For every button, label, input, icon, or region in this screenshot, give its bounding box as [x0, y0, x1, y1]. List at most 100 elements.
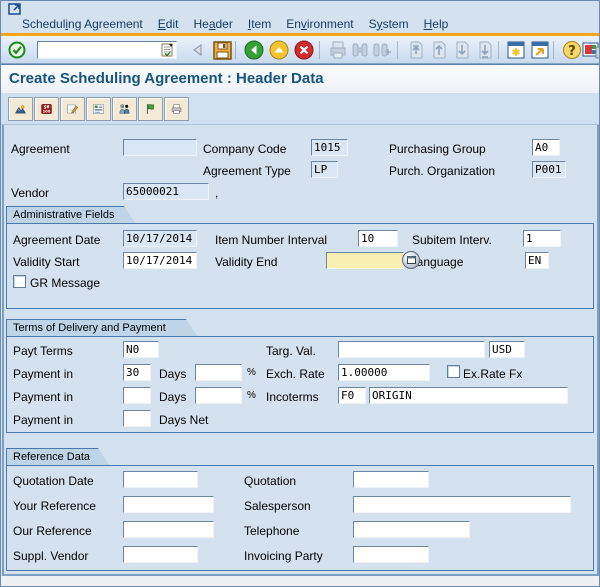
payment-in-2-days-label: Days — [159, 390, 186, 404]
first-page-icon[interactable] — [405, 39, 427, 61]
salesperson-label: Salesperson — [244, 499, 311, 513]
print-icon[interactable] — [327, 39, 349, 61]
gr-message-label: GR Message — [30, 276, 100, 290]
conditions-button[interactable]: $¥100 — [34, 97, 59, 121]
validity-end-field[interactable] — [326, 252, 404, 269]
menu-edit[interactable]: Edit — [158, 17, 179, 31]
find-next-icon[interactable] — [371, 39, 393, 61]
our-reference-field[interactable] — [123, 521, 214, 538]
purch-organization-label: Purch. Organization — [389, 164, 495, 178]
incoterms-label: Incoterms — [266, 390, 319, 404]
purchasing-group-label: Purchasing Group — [389, 142, 486, 156]
payment-in-2-days-field[interactable] — [123, 387, 151, 404]
item-number-interval-field[interactable] — [358, 230, 398, 247]
company-code-field[interactable] — [311, 139, 348, 156]
menu-header[interactable]: Header — [193, 17, 232, 31]
payment-in-1-days-field[interactable] — [123, 364, 151, 381]
texts-button[interactable] — [86, 97, 111, 121]
create-shortcut-icon[interactable] — [529, 39, 551, 61]
gr-message-checkbox[interactable] — [13, 275, 26, 288]
your-reference-field[interactable] — [123, 496, 214, 513]
invoicing-party-field[interactable] — [353, 546, 429, 563]
currency-field[interactable] — [489, 341, 525, 358]
ex-rate-fx-checkbox[interactable] — [447, 365, 460, 378]
menu-item[interactable]: Item — [248, 17, 271, 31]
payment-in-3-label: Payment in — [13, 413, 73, 427]
suppl-vendor-label: Suppl. Vendor — [13, 549, 88, 563]
reference-section-tab: Reference Data — [6, 448, 110, 466]
exit-icon[interactable] — [268, 39, 290, 61]
salesperson-field[interactable] — [353, 496, 571, 513]
next-page-icon[interactable] — [451, 39, 473, 61]
vendor-field[interactable] — [123, 183, 209, 200]
new-session-icon[interactable] — [505, 39, 527, 61]
back-icon[interactable] — [243, 39, 265, 61]
invoicing-party-label: Invoicing Party — [244, 549, 323, 563]
application-toolbar: $¥100 — [1, 93, 599, 125]
bottom-strip — [1, 576, 599, 587]
command-field[interactable] — [37, 41, 177, 59]
svg-text:?: ? — [568, 44, 576, 59]
previous-page-icon[interactable] — [428, 39, 450, 61]
customize-layout-icon[interactable] — [581, 39, 600, 61]
item-number-interval-label: Item Number Interval — [215, 233, 327, 247]
purchasing-group-field[interactable] — [532, 139, 560, 156]
menu-system[interactable]: System — [369, 17, 409, 31]
validity-end-label: Validity End — [215, 255, 277, 269]
partners-icon — [119, 100, 130, 118]
menu-scheduling-agreement[interactable]: Scheduling Agreement — [22, 17, 143, 31]
agreement-date-field[interactable] — [123, 230, 197, 247]
quotation-label: Quotation — [244, 474, 296, 488]
incoterms-text-field[interactable] — [369, 387, 568, 404]
agreement-type-label: Agreement Type — [203, 164, 291, 178]
agreement-type-field[interactable] — [311, 161, 338, 178]
language-field[interactable] — [525, 252, 549, 269]
find-icon[interactable] — [349, 39, 371, 61]
texts-icon — [93, 100, 104, 118]
validity-start-field[interactable] — [123, 252, 197, 269]
edit-button[interactable] — [60, 97, 85, 121]
payment-in-3-days-field[interactable] — [123, 410, 151, 427]
payment-in-2-percent-field[interactable] — [195, 387, 242, 404]
help-icon[interactable]: ? — [561, 39, 583, 61]
last-page-icon[interactable] — [474, 39, 496, 61]
purch-organization-field[interactable] — [532, 161, 566, 178]
quotation-field[interactable] — [353, 471, 429, 488]
terms-section-tab: Terms of Delivery and Payment — [6, 319, 198, 337]
menu-bar: Scheduling Agreement Edit Header Item Enviro… — [1, 14, 599, 33]
telephone-label: Telephone — [244, 524, 299, 538]
exch-rate-field[interactable] — [338, 364, 430, 381]
payment-in-1-percent-field[interactable] — [195, 364, 242, 381]
menu-environment[interactable]: Environment — [286, 17, 353, 31]
command-history-icon[interactable] — [161, 43, 174, 62]
suppl-vendor-field[interactable] — [123, 546, 198, 563]
save-icon[interactable] — [211, 39, 233, 61]
quotation-date-field[interactable] — [123, 471, 198, 488]
incoterms-code-field[interactable] — [338, 387, 366, 404]
telephone-field[interactable] — [353, 521, 470, 538]
payt-terms-field[interactable] — [123, 341, 159, 358]
window-top-strip — [1, 1, 599, 15]
conditions-icon: $¥100 — [41, 100, 52, 118]
release-flag-button[interactable] — [138, 97, 163, 121]
admin-section-tab: Administrative Fields — [6, 206, 136, 224]
print-preview-button[interactable] — [164, 97, 189, 121]
agreement-field[interactable] — [123, 139, 197, 156]
payment-in-2-label: Payment in — [13, 390, 73, 404]
ex-rate-fx-label: Ex.Rate Fx — [463, 367, 522, 381]
targ-val-field[interactable] — [338, 341, 485, 358]
our-reference-label: Our Reference — [13, 524, 92, 538]
release-flag-icon — [145, 100, 156, 118]
overview-button[interactable] — [8, 97, 33, 121]
targ-val-label: Targ. Val. — [266, 344, 316, 358]
collapse-icon[interactable] — [191, 39, 205, 61]
search-help-button[interactable] — [402, 251, 420, 269]
edit-icon — [67, 100, 78, 118]
subitem-interval-field[interactable] — [523, 230, 561, 247]
agreement-label: Agreement — [11, 142, 70, 156]
partners-button[interactable] — [112, 97, 137, 121]
menu-help[interactable]: Help — [424, 17, 449, 31]
enter-icon[interactable] — [6, 39, 28, 61]
cancel-icon[interactable] — [293, 39, 315, 61]
payment-in-1-percent-label: % — [247, 367, 256, 378]
